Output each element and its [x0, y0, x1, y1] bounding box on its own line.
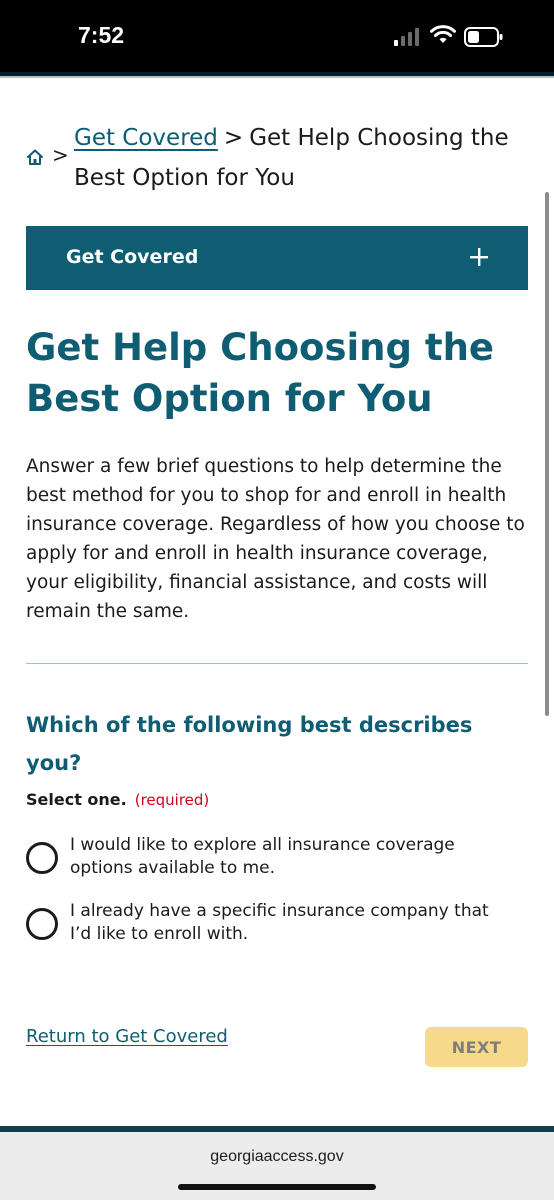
select-instruction: Select one. (required) — [26, 790, 209, 809]
page-title: Get Help Choosing the Best Option for Yo… — [26, 326, 495, 420]
url-text[interactable]: georgiaaccess.gov — [0, 1148, 554, 1166]
radio-button[interactable] — [26, 908, 58, 940]
divider — [26, 663, 528, 664]
return-to-get-covered-link[interactable]: Return to Get Covered — [26, 1026, 228, 1047]
get-covered-accordion[interactable]: Get Covered — [26, 226, 528, 290]
next-button[interactable]: NEXT — [425, 1027, 528, 1067]
status-bar: 7:52 — [0, 0, 554, 76]
select-label: Select one. — [26, 790, 127, 809]
header-accent-line — [0, 72, 554, 78]
question-heading: Which of the following best describes yo… — [26, 713, 473, 775]
wifi-icon — [430, 25, 456, 43]
scrollbar[interactable] — [545, 192, 549, 716]
status-time: 7:52 — [78, 22, 125, 48]
breadcrumb-trail: Get Covered > Get Help Choosing the Best O… — [74, 118, 534, 198]
accordion-label: Get Covered — [66, 246, 199, 268]
intro-paragraph: Answer a few brief questions to help det… — [26, 456, 525, 622]
signal-icon — [394, 28, 419, 46]
home-icon[interactable] — [26, 148, 44, 166]
option-specific-company[interactable]: I already have a specific insurance comp… — [26, 900, 526, 956]
required-indicator: (required) — [134, 791, 210, 809]
battery-icon — [464, 27, 503, 47]
breadcrumb-link-get-covered[interactable]: Get Covered — [74, 125, 218, 151]
option-label[interactable]: I would like to explore all insurance co… — [70, 834, 510, 880]
option-explore-all[interactable]: I would like to explore all insurance co… — [26, 834, 526, 890]
browser-address-bar[interactable]: georgiaaccess.gov — [0, 1132, 554, 1200]
breadcrumb-separator: > — [223, 125, 244, 151]
plus-icon[interactable] — [468, 246, 490, 268]
home-indicator[interactable] — [178, 1184, 376, 1190]
radio-button[interactable] — [26, 842, 58, 874]
breadcrumb-separator: > — [52, 143, 69, 167]
option-label[interactable]: I already have a specific insurance comp… — [70, 900, 510, 946]
